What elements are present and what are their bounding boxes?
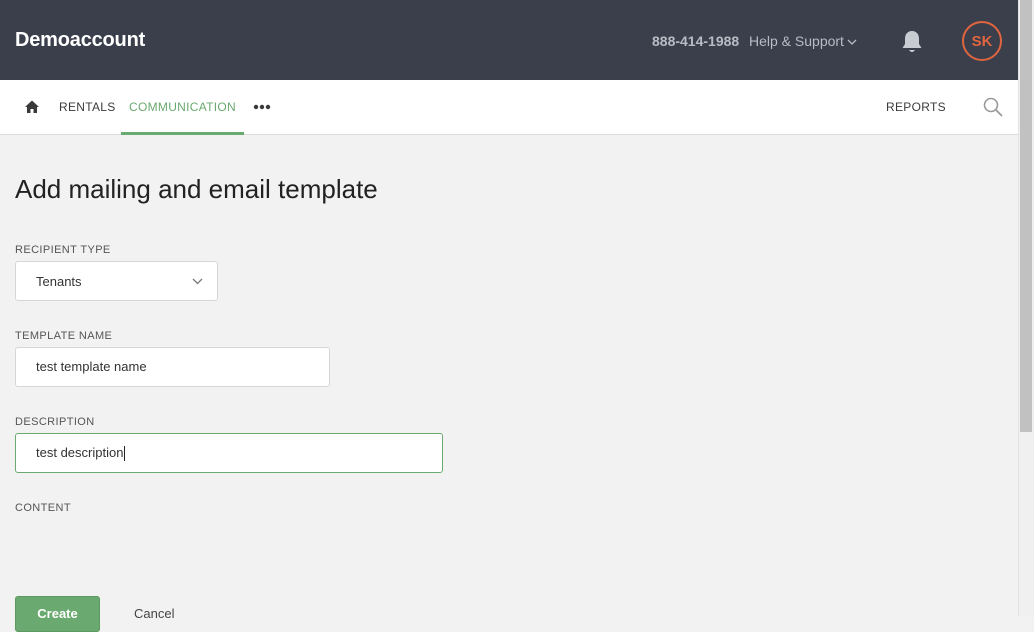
text-caret xyxy=(124,446,126,462)
template-name-value: test template name xyxy=(36,359,147,374)
support-phone: 888-414-1988 xyxy=(652,33,740,49)
description-label: DESCRIPTION xyxy=(15,416,95,428)
search-icon[interactable] xyxy=(983,97,1003,117)
recipient-type-select[interactable]: Tenants xyxy=(15,261,218,301)
recipient-type-value: Tenants xyxy=(36,274,82,289)
top-header: Demoaccount 888-414-1988 Help & Support … xyxy=(0,0,1018,80)
content-label: CONTENT xyxy=(15,502,71,514)
account-name[interactable]: Demoaccount xyxy=(15,29,145,52)
template-name-input[interactable]: test template name xyxy=(15,347,330,387)
create-button[interactable]: Create xyxy=(15,596,100,632)
help-support-label: Help & Support xyxy=(749,33,844,49)
cancel-button[interactable]: Cancel xyxy=(134,606,174,621)
help-support-menu[interactable]: Help & Support xyxy=(749,33,857,49)
description-value: test description xyxy=(36,445,124,460)
bell-icon[interactable] xyxy=(900,29,924,55)
chevron-down-icon xyxy=(847,39,857,45)
description-input[interactable]: test description xyxy=(15,433,443,473)
nav-tab-communication[interactable]: COMMUNICATION xyxy=(121,80,245,135)
recipient-type-label: RECIPIENT TYPE xyxy=(15,244,111,256)
chevron-down-icon xyxy=(192,278,203,285)
nav-tab-reports[interactable]: REPORTS xyxy=(886,80,946,135)
user-avatar[interactable]: SK xyxy=(962,21,1002,61)
nav-tab-rentals[interactable]: RENTALS xyxy=(59,80,116,135)
more-dots-icon[interactable] xyxy=(253,104,271,110)
main-nav: RENTALS COMMUNICATION REPORTS xyxy=(0,80,1018,135)
home-icon[interactable] xyxy=(24,99,40,115)
page-scrollbar-thumb[interactable] xyxy=(1020,0,1032,432)
template-name-label: TEMPLATE NAME xyxy=(15,330,113,342)
page-title: Add mailing and email template xyxy=(15,174,378,204)
